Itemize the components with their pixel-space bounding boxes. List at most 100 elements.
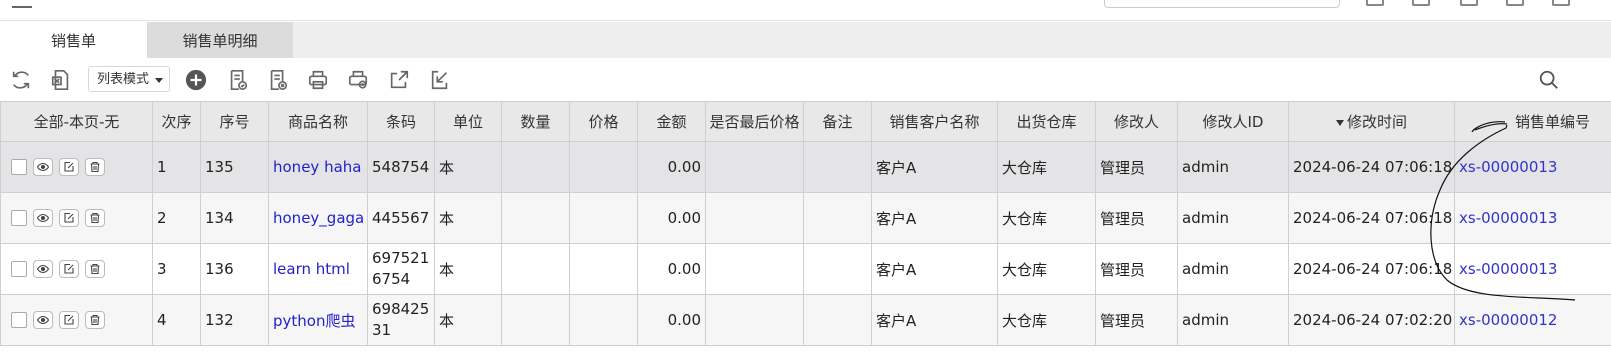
tab-sales-order-detail[interactable]: 销售单明细 xyxy=(147,22,293,58)
settings-icon[interactable] xyxy=(1460,0,1478,6)
chevron-down-icon xyxy=(155,78,163,83)
import-icon[interactable] xyxy=(427,67,453,93)
cell-order: 1 xyxy=(152,141,201,193)
share-export-icon[interactable] xyxy=(386,67,412,93)
cell-modifier-id: admin xyxy=(1177,141,1289,193)
edit-icon[interactable] xyxy=(59,311,79,329)
bell-icon[interactable] xyxy=(1366,0,1384,6)
cell-seq: 132 xyxy=(200,294,269,346)
cell-is-last-price xyxy=(705,294,804,346)
column-header[interactable]: 商品名称 xyxy=(268,101,368,142)
cell-barcode: 6975216754 xyxy=(367,243,435,295)
close-icon[interactable] xyxy=(1552,0,1570,6)
cell-customer: 客户A xyxy=(871,243,998,295)
cell-order-no[interactable]: xs-00000013 xyxy=(1454,192,1611,244)
select-all-header[interactable]: 全部-本页-无 xyxy=(0,101,153,142)
cell-remark xyxy=(803,243,872,295)
tab-sales-order[interactable]: 销售单 xyxy=(0,22,147,58)
cell-amount: 0.00 xyxy=(637,243,706,295)
cell-unit: 本 xyxy=(434,141,502,193)
column-header[interactable]: 单位 xyxy=(434,101,502,142)
message-icon[interactable] xyxy=(1412,0,1430,6)
view-mode-select[interactable]: 列表模式 xyxy=(88,66,170,92)
delete-trash-icon[interactable] xyxy=(85,209,105,227)
cell-customer: 客户A xyxy=(871,192,998,244)
column-header-sorted[interactable]: 修改时间 xyxy=(1288,101,1455,142)
column-header[interactable]: 价格 xyxy=(569,101,638,142)
column-header[interactable]: 金额 xyxy=(637,101,706,142)
approve-doc-icon[interactable] xyxy=(225,67,251,93)
row-checkbox[interactable] xyxy=(11,261,27,277)
cell-warehouse: 大仓库 xyxy=(997,192,1096,244)
column-header[interactable]: 是否最后价格 xyxy=(705,101,804,142)
edit-icon[interactable] xyxy=(59,158,79,176)
export-excel-icon[interactable] xyxy=(48,67,74,93)
column-header[interactable]: 条码 xyxy=(367,101,435,142)
row-checkbox[interactable] xyxy=(11,159,27,175)
row-actions-cell xyxy=(0,141,153,193)
column-header[interactable]: 序号 xyxy=(200,101,269,142)
menu-icon[interactable] xyxy=(12,0,32,8)
cell-product[interactable]: honey_gaga xyxy=(268,192,368,244)
refresh-icon[interactable] xyxy=(8,67,34,93)
column-header[interactable]: 修改人 xyxy=(1095,101,1178,142)
sort-desc-icon xyxy=(1335,119,1344,126)
global-search-input[interactable] xyxy=(1104,0,1340,8)
cell-barcode: 548754 xyxy=(367,141,435,193)
delete-trash-icon[interactable] xyxy=(85,260,105,278)
cell-price xyxy=(569,243,638,295)
cell-price xyxy=(569,294,638,346)
cell-modifier-id: admin xyxy=(1177,243,1289,295)
row-checkbox[interactable] xyxy=(11,312,27,328)
print-preview-icon[interactable] xyxy=(345,67,371,93)
delete-trash-icon[interactable] xyxy=(85,158,105,176)
add-circle-icon[interactable] xyxy=(183,67,209,93)
column-header[interactable]: 修改人ID xyxy=(1177,101,1289,142)
window-icon[interactable] xyxy=(1506,0,1524,6)
edit-icon[interactable] xyxy=(59,260,79,278)
column-header[interactable]: 次序 xyxy=(152,101,201,142)
cell-is-last-price xyxy=(705,192,804,244)
column-header[interactable]: 数量 xyxy=(501,101,570,142)
view-eye-icon[interactable] xyxy=(33,260,53,278)
view-eye-icon[interactable] xyxy=(33,209,53,227)
cell-amount: 0.00 xyxy=(637,294,706,346)
delete-trash-icon[interactable] xyxy=(85,311,105,329)
view-eye-icon[interactable] xyxy=(33,311,53,329)
row-actions-cell xyxy=(0,243,153,295)
cell-product[interactable]: python爬虫 xyxy=(268,294,368,346)
view-eye-icon[interactable] xyxy=(33,158,53,176)
cell-seq: 136 xyxy=(200,243,269,295)
table-row[interactable]: 1 135 honey haha 548754 本 0.00 客户A 大仓库 管理员 admin 2… xyxy=(0,141,1611,193)
cell-price xyxy=(569,141,638,193)
toolbar xyxy=(0,58,1611,102)
column-header[interactable]: 出货仓库 xyxy=(997,101,1096,142)
print-icon[interactable] xyxy=(305,67,331,93)
cell-unit: 本 xyxy=(434,243,502,295)
cell-order-no[interactable]: xs-00000012 xyxy=(1454,294,1611,346)
column-header[interactable]: 销售单编号 xyxy=(1454,101,1611,142)
cell-modifier: 管理员 xyxy=(1095,243,1178,295)
table-row[interactable]: 3 136 learn html 6975216754 本 0.00 客户A 大仓库 管理员 ad… xyxy=(0,243,1611,295)
cell-product[interactable]: honey haha xyxy=(268,141,368,193)
cell-order-no[interactable]: xs-00000013 xyxy=(1454,141,1611,193)
cell-remark xyxy=(803,192,872,244)
column-header[interactable]: 销售客户名称 xyxy=(871,101,998,142)
cell-amount: 0.00 xyxy=(637,141,706,193)
row-checkbox[interactable] xyxy=(11,210,27,226)
cancel-doc-icon[interactable] xyxy=(265,67,291,93)
table-row[interactable]: 2 134 honey_gaga 445567 本 0.00 客户A 大仓库 管理员 admin 2… xyxy=(0,192,1611,244)
cell-product[interactable]: learn html xyxy=(268,243,368,295)
cell-warehouse: 大仓库 xyxy=(997,294,1096,346)
column-header[interactable]: 备注 xyxy=(803,101,872,142)
cell-barcode: 445567 xyxy=(367,192,435,244)
table-row[interactable]: 4 132 python爬虫 69842531 本 0.00 客户A 大仓库 管理员 admin 2… xyxy=(0,294,1611,346)
cell-qty xyxy=(501,192,570,244)
row-actions-cell xyxy=(0,192,153,244)
edit-icon[interactable] xyxy=(59,209,79,227)
search-icon[interactable] xyxy=(1536,67,1562,93)
top-bar xyxy=(0,0,1611,21)
cell-modifier: 管理员 xyxy=(1095,294,1178,346)
cell-order-no[interactable]: xs-00000013 xyxy=(1454,243,1611,295)
sales-detail-table: 全部-本页-无 次序 序号 商品名称 条码 单位 数量 价格 金额 是否最后价格… xyxy=(0,101,1611,346)
